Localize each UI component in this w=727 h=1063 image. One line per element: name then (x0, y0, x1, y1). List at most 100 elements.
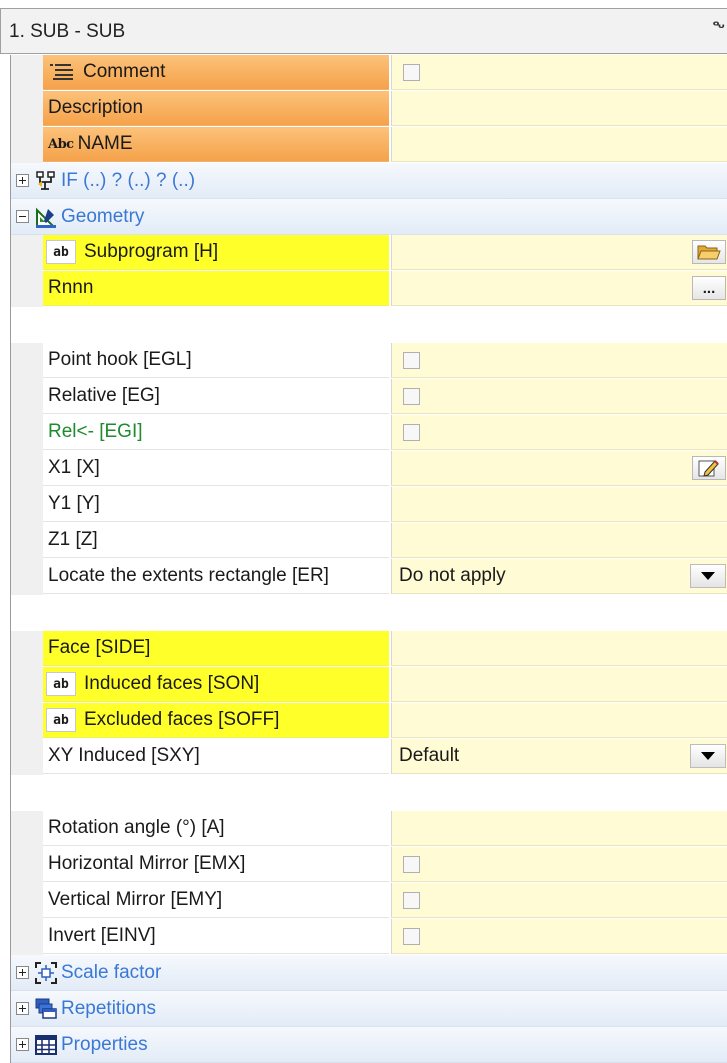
comment-value-cell[interactable] (391, 55, 727, 90)
row-extents: Locate the extents rectangle [ER] Do not… (11, 559, 727, 595)
row-description: Description (11, 91, 727, 127)
dropdown-button[interactable] (690, 744, 726, 768)
property-grid: Comment Description Abc NAME IF (..) ? (… (10, 55, 727, 1063)
face-input[interactable] (391, 631, 727, 666)
induced-faces-label-cell: ab Induced faces [SON] (43, 667, 389, 702)
rotation-label: Rotation angle (°) [A] (48, 817, 225, 838)
group-if[interactable]: IF (..) ? (..) ? (..) (11, 163, 727, 199)
subprogram-label-cell: ab Subprogram [H] (43, 235, 389, 270)
face-label-cell: Face [SIDE] (43, 631, 389, 666)
xy-induced-label-cell: XY Induced [SXY] (43, 739, 389, 774)
x1-label-cell: X1 [X] (43, 451, 389, 486)
panel-titlebar: 1. SUB - SUB ᖕ (0, 8, 727, 54)
z1-label: Z1 [Z] (48, 529, 98, 550)
description-label: Description (48, 97, 144, 118)
row-vertical-mirror: Vertical Mirror [EMY] (11, 883, 727, 919)
group-repetitions-label: Repetitions (61, 997, 157, 1019)
group-geometry-label: Geometry (61, 205, 145, 227)
rnnn-input[interactable]: ... (391, 271, 727, 306)
group-scale-factor[interactable]: Scale factor (11, 955, 727, 991)
xy-induced-select[interactable]: Default (391, 739, 727, 774)
z1-input[interactable] (391, 523, 727, 558)
rel-inverse-checkbox[interactable] (403, 423, 420, 441)
group-if-label: IF (..) ? (..) ? (..) (61, 169, 196, 191)
relative-value-cell[interactable] (391, 379, 727, 414)
x1-input[interactable] (391, 451, 727, 486)
rotation-input[interactable] (391, 811, 727, 846)
x1-label: X1 [X] (48, 457, 100, 478)
abc-text-icon: Abc (48, 136, 74, 152)
subprogram-input[interactable] (391, 235, 727, 270)
expand-icon[interactable] (16, 1002, 29, 1015)
horizontal-mirror-label: Horizontal Mirror [EMX] (48, 853, 246, 874)
ab-text-icon: ab (46, 240, 76, 264)
group-scale-factor-label: Scale factor (61, 961, 162, 983)
invert-label-cell: Invert [EINV] (43, 919, 389, 954)
induced-faces-label: Induced faces [SON] (84, 673, 260, 694)
row-horizontal-mirror: Horizontal Mirror [EMX] (11, 847, 727, 883)
group-properties[interactable]: Properties (11, 1027, 727, 1063)
name-input[interactable] (391, 127, 727, 162)
induced-faces-input[interactable] (391, 667, 727, 702)
row-rnnn: Rnnn ... (11, 271, 727, 307)
y1-input[interactable] (391, 487, 727, 522)
y1-label-cell: Y1 [Y] (43, 487, 389, 522)
rel-inverse-value-cell[interactable] (391, 415, 727, 450)
pin-icon[interactable]: ᖕ (712, 19, 725, 37)
ruler-triangle-icon (35, 206, 57, 228)
row-x1: X1 [X] (11, 451, 727, 487)
comment-checkbox[interactable] (403, 63, 420, 81)
rel-inverse-label: Rel<- [EGI] (48, 421, 143, 442)
point-hook-label-cell: Point hook [EGL] (43, 343, 389, 378)
rnnn-label-cell: Rnnn (43, 271, 389, 306)
panel-title: 1. SUB - SUB (9, 21, 126, 42)
row-rel-inverse: Rel<- [EGI] (11, 415, 727, 451)
description-input[interactable] (391, 91, 727, 126)
row-induced-faces: ab Induced faces [SON] (11, 667, 727, 703)
excluded-faces-label-cell: ab Excluded faces [SOFF] (43, 703, 389, 738)
extents-select[interactable]: Do not apply (391, 559, 727, 594)
row-excluded-faces: ab Excluded faces [SOFF] (11, 703, 727, 739)
z1-label-cell: Z1 [Z] (43, 523, 389, 558)
comment-label: Comment (83, 61, 166, 82)
comment-label-cell: Comment (43, 55, 389, 90)
invert-checkbox[interactable] (403, 927, 420, 945)
spacer (11, 307, 727, 343)
relative-label-cell: Relative [EG] (43, 379, 389, 414)
expand-icon[interactable] (16, 1038, 29, 1051)
grid-table-icon (35, 1034, 57, 1056)
relative-checkbox[interactable] (403, 387, 420, 405)
group-repetitions[interactable]: Repetitions (11, 991, 727, 1027)
horizontal-mirror-checkbox[interactable] (403, 855, 420, 873)
edit-button[interactable] (692, 456, 726, 480)
row-name: Abc NAME (11, 127, 727, 163)
spacer (11, 595, 727, 631)
row-comment: Comment (11, 55, 727, 91)
stacked-windows-icon (35, 998, 57, 1020)
row-xy-induced: XY Induced [SXY] Default (11, 739, 727, 775)
point-hook-value-cell[interactable] (391, 343, 727, 378)
group-geometry[interactable]: Geometry (11, 199, 727, 235)
extents-selected-value: Do not apply (399, 565, 506, 586)
point-hook-checkbox[interactable] (403, 351, 420, 369)
expand-icon[interactable] (16, 966, 29, 979)
horizontal-mirror-value-cell[interactable] (391, 847, 727, 882)
ab-text-icon: ab (46, 672, 76, 696)
ellipsis-button[interactable]: ... (692, 276, 726, 300)
ab-text-icon: ab (46, 708, 76, 732)
vertical-mirror-value-cell[interactable] (391, 883, 727, 918)
vertical-mirror-label: Vertical Mirror [EMY] (48, 889, 223, 910)
excluded-faces-label: Excluded faces [SOFF] (84, 709, 280, 730)
scale-frame-icon (35, 961, 57, 984)
invert-value-cell[interactable] (391, 919, 727, 954)
browse-folder-button[interactable] (692, 240, 726, 264)
collapse-icon[interactable] (16, 210, 29, 223)
dropdown-button[interactable] (690, 564, 726, 588)
row-face: Face [SIDE] (11, 631, 727, 667)
xy-induced-selected-value: Default (399, 745, 460, 766)
triangle-down-icon (701, 752, 715, 760)
tree-branch-icon (35, 170, 57, 192)
excluded-faces-input[interactable] (391, 703, 727, 738)
vertical-mirror-checkbox[interactable] (403, 891, 420, 909)
expand-icon[interactable] (16, 174, 29, 187)
